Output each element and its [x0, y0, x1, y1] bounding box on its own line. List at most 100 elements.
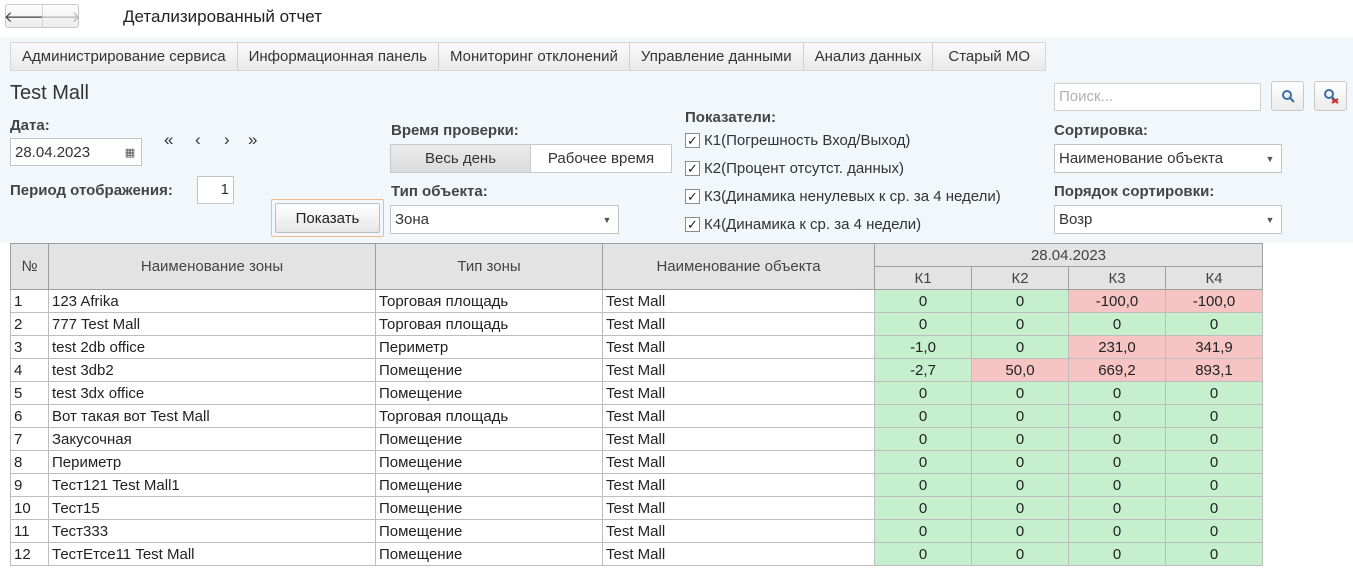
report-table: № Наименование зоны Тип зоны Наименовани…: [10, 243, 1263, 566]
menu-item-data-management[interactable]: Управление данными: [630, 43, 804, 70]
row-k4-value: 0: [1165, 473, 1263, 497]
table-row[interactable]: 4 test 3db2 Помещение Test Mall -2,7 50,0 669,…: [10, 358, 1263, 382]
row-k1-value: 0: [874, 519, 972, 543]
row-k1-value: 0: [874, 404, 972, 428]
col-header-num[interactable]: №: [10, 243, 49, 290]
next-period-button[interactable]: ›: [224, 130, 230, 150]
menu-item-old-mo[interactable]: Старый МО: [933, 43, 1045, 70]
chevron-down-icon[interactable]: ▼: [1259, 154, 1281, 164]
menu-item-dashboard[interactable]: Информационная панель: [238, 43, 439, 70]
menu-item-data-analysis[interactable]: Анализ данных: [804, 43, 934, 70]
table-body: 1 123 Afrika Торговая площадь Test Mall 0 0 -1…: [10, 289, 1263, 566]
row-zone-type: Помещение: [375, 473, 603, 497]
col-header-k3[interactable]: К3: [1068, 266, 1166, 290]
row-k2-value: 0: [971, 473, 1069, 497]
object-type-value: Зона: [395, 211, 430, 228]
row-k2-value: 0: [971, 404, 1069, 428]
row-k1-value: 0: [874, 542, 972, 566]
row-object-name: Test Mall: [602, 381, 875, 405]
row-object-name: Test Mall: [602, 542, 875, 566]
period-input[interactable]: 1: [197, 176, 234, 204]
table-row[interactable]: 3 test 2db office Периметр Test Mall -1,0 0 23…: [10, 335, 1263, 359]
first-period-button[interactable]: «: [164, 130, 173, 150]
row-k2-value: 0: [971, 496, 1069, 520]
row-num: 3: [10, 335, 49, 359]
last-period-button[interactable]: »: [248, 130, 257, 150]
prev-period-button[interactable]: ‹: [195, 130, 201, 150]
chevron-down-icon[interactable]: ▼: [1259, 215, 1281, 225]
row-k3-value: 669,2: [1068, 358, 1166, 382]
row-zone-type: Торговая площадь: [375, 289, 603, 313]
indicator-k2[interactable]: ✓ К2(Процент отсутст. данных): [685, 158, 904, 178]
indicator-k4[interactable]: ✓ К4(Динамика к ср. за 4 недели): [685, 214, 921, 234]
row-k2-value: 0: [971, 312, 1069, 336]
row-zone-name: Тест333: [48, 519, 376, 543]
search-input[interactable]: Поиск...: [1054, 83, 1261, 111]
col-header-k2[interactable]: К2: [971, 266, 1069, 290]
show-button[interactable]: Показать: [275, 203, 380, 233]
table-row[interactable]: 1 123 Afrika Торговая площадь Test Mall 0 0 -1…: [10, 289, 1263, 313]
row-k3-value: 0: [1068, 381, 1166, 405]
checkbox-checked-icon[interactable]: ✓: [685, 216, 700, 232]
table-row[interactable]: 11 Тест333 Помещение Test Mall 0 0 0 0: [10, 519, 1263, 543]
search-button[interactable]: [1271, 81, 1304, 111]
chevron-down-icon[interactable]: ▼: [596, 215, 618, 225]
table-row[interactable]: 7 Закусочная Помещение Test Mall 0 0 0 0: [10, 427, 1263, 451]
row-object-name: Test Mall: [602, 496, 875, 520]
row-zone-type: Помещение: [375, 542, 603, 566]
sort-order-select[interactable]: Возр ▼: [1054, 205, 1282, 234]
toggle-whole-day[interactable]: Весь день: [391, 145, 531, 172]
row-k2-value: 0: [971, 519, 1069, 543]
row-k1-value: 0: [874, 427, 972, 451]
indicator-k3[interactable]: ✓ К3(Динамика ненулевых к ср. за 4 недели…: [685, 186, 1001, 206]
col-header-date-group: 28.04.2023: [874, 243, 1263, 267]
checkbox-checked-icon[interactable]: ✓: [685, 132, 700, 148]
row-object-name: Test Mall: [602, 289, 875, 313]
checkbox-checked-icon[interactable]: ✓: [685, 188, 700, 204]
date-value[interactable]: 28.04.2023: [11, 144, 119, 161]
forward-button[interactable]: 🡒: [40, 5, 81, 27]
col-header-k4[interactable]: К4: [1165, 266, 1263, 290]
calendar-icon[interactable]: ▦: [119, 139, 141, 165]
table-row[interactable]: 5 test 3dx office Помещение Test Mall 0 0 0 0: [10, 381, 1263, 405]
row-num: 6: [10, 404, 49, 428]
row-k4-value: -100,0: [1165, 289, 1263, 313]
object-type-select[interactable]: Зона ▼: [390, 205, 619, 234]
row-zone-type: Торговая площадь: [375, 404, 603, 428]
clear-search-icon: [1323, 89, 1339, 104]
table-row[interactable]: 6 Вот такая вот Test Mall Торговая площадь…: [10, 404, 1263, 428]
row-k3-value: 0: [1068, 496, 1166, 520]
row-k4-value: 0: [1165, 404, 1263, 428]
row-zone-name: test 2db office: [48, 335, 376, 359]
row-k3-value: 0: [1068, 450, 1166, 474]
row-k4-value: 0: [1165, 450, 1263, 474]
table-row[interactable]: 10 Тест15 Помещение Test Mall 0 0 0 0: [10, 496, 1263, 520]
row-num: 9: [10, 473, 49, 497]
checkbox-checked-icon[interactable]: ✓: [685, 160, 700, 176]
col-header-zone-type[interactable]: Тип зоны: [375, 243, 603, 290]
row-zone-type: Помещение: [375, 450, 603, 474]
arrow-left-icon: 🡐: [3, 8, 45, 26]
row-num: 2: [10, 312, 49, 336]
col-header-zone-name[interactable]: Наименование зоны: [48, 243, 376, 290]
sort-value: Наименование объекта: [1059, 150, 1224, 167]
sort-select[interactable]: Наименование объекта ▼: [1054, 144, 1282, 173]
col-header-k1[interactable]: К1: [874, 266, 972, 290]
indicator-k1[interactable]: ✓ К1(Погрешность Вход/Выход): [685, 130, 910, 150]
back-button[interactable]: 🡐: [3, 5, 45, 27]
row-object-name: Test Mall: [602, 335, 875, 359]
menu-item-admin[interactable]: Администрирование сервиса: [11, 43, 238, 70]
toggle-working-time[interactable]: Рабочее время: [531, 145, 671, 172]
table-row[interactable]: 8 Периметр Помещение Test Mall 0 0 0 0: [10, 450, 1263, 474]
table-row[interactable]: 12 ТестЕтсе11 Test Mall Помещение Test Mall…: [10, 542, 1263, 566]
col-header-object-name[interactable]: Наименование объекта: [602, 243, 875, 290]
date-field[interactable]: 28.04.2023 ▦: [10, 138, 142, 166]
row-object-name: Test Mall: [602, 358, 875, 382]
table-row[interactable]: 9 Тест121 Test Mall1 Помещение Test Mall 0 0 0…: [10, 473, 1263, 497]
row-zone-type: Помещение: [375, 496, 603, 520]
row-object-name: Test Mall: [602, 473, 875, 497]
row-k2-value: 0: [971, 289, 1069, 313]
table-row[interactable]: 2 777 Test Mall Торговая площадь Test Mall 0…: [10, 312, 1263, 336]
clear-search-button[interactable]: [1314, 81, 1347, 111]
menu-item-monitoring[interactable]: Мониторинг отклонений: [439, 43, 630, 70]
